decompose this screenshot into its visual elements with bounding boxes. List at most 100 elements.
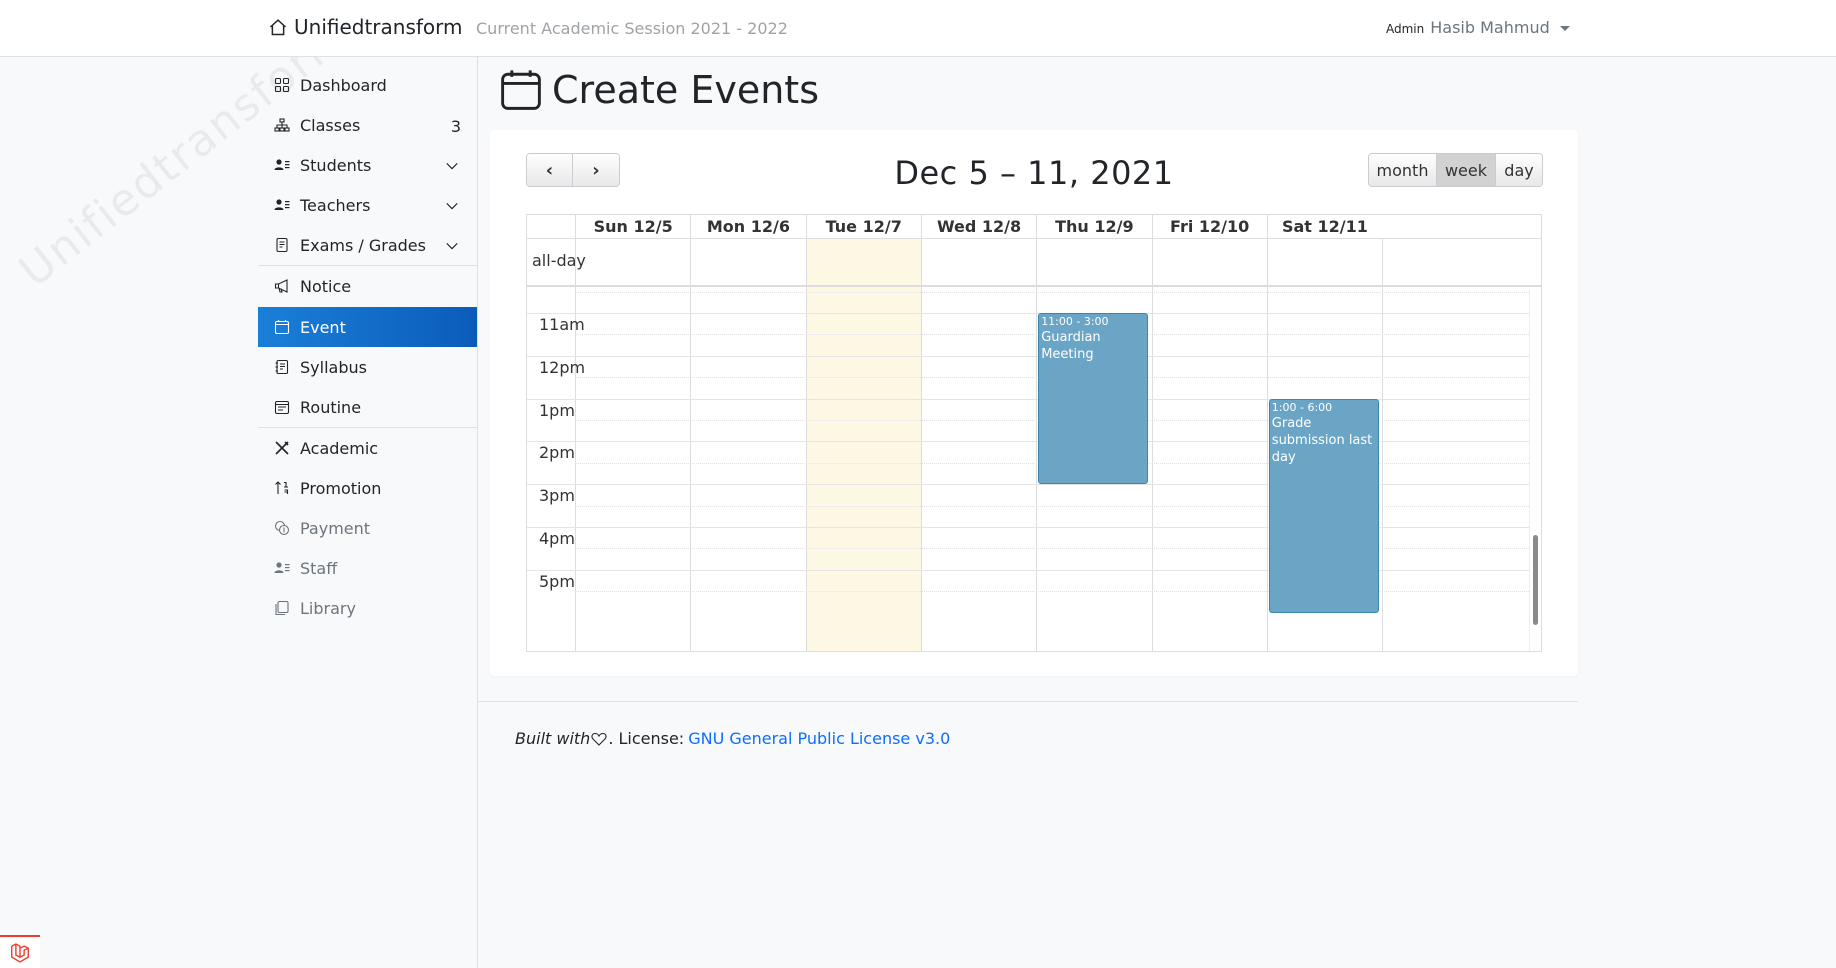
event-title: Grade submission last day bbox=[1271, 415, 1373, 465]
chevron-down-icon[interactable] bbox=[445, 199, 459, 213]
hour-line bbox=[527, 398, 1531, 400]
coin-icon bbox=[274, 520, 290, 536]
today-column-highlight bbox=[805, 239, 921, 651]
page-title: Create Events bbox=[500, 68, 819, 112]
sort-numeric-up-icon bbox=[274, 480, 290, 496]
day-header: Fri 12/10 bbox=[1151, 215, 1267, 239]
sidebar-item-label: Students bbox=[300, 155, 372, 175]
time-slot-label: 4pm bbox=[539, 529, 575, 548]
file-text-icon bbox=[274, 237, 290, 253]
sidebar-item-label: Payment bbox=[300, 518, 371, 538]
academic-session: Current Academic Session 2021 - 2022 bbox=[476, 19, 788, 38]
sidebar-item-syllabus[interactable]: Syllabus bbox=[258, 347, 477, 387]
sidebar-item-payment[interactable]: Payment bbox=[258, 508, 477, 548]
sidebar-item-teachers[interactable]: Teachers bbox=[258, 185, 477, 225]
day-header: Wed 12/8 bbox=[920, 215, 1036, 239]
sidebar-item-label: Routine bbox=[300, 397, 362, 417]
day-header: Sat 12/11 bbox=[1266, 215, 1382, 239]
sidebar-item-routine[interactable]: Routine bbox=[258, 387, 477, 427]
grid-icon bbox=[274, 77, 290, 93]
calendar-event[interactable]: 11:00 - 3:00 Guardian Meeting bbox=[1038, 313, 1149, 485]
person-lines-icon bbox=[274, 197, 290, 213]
sidebar-item-label: Staff bbox=[300, 558, 338, 578]
journals-icon bbox=[274, 600, 290, 616]
debugbar-toggle[interactable] bbox=[0, 935, 40, 968]
calendar-view-buttons: month week day bbox=[1368, 153, 1543, 187]
day-view-button[interactable]: day bbox=[1496, 154, 1542, 186]
hour-line bbox=[527, 484, 1531, 486]
sidebar: Unifiedtransform Dashboard Classes 3 Stu… bbox=[0, 57, 478, 968]
brand-link[interactable]: Unifiedtransform bbox=[268, 15, 463, 39]
column-divider bbox=[805, 239, 807, 651]
sidebar-item-label: Notice bbox=[300, 276, 352, 296]
sidebar-item-notice[interactable]: Notice bbox=[258, 266, 477, 306]
week-view-button[interactable]: week bbox=[1437, 154, 1496, 186]
chevron-down-icon[interactable] bbox=[445, 239, 459, 253]
hour-line bbox=[527, 355, 1531, 357]
event-time: 11:00 - 3:00 bbox=[1041, 315, 1109, 328]
sidebar-item-exams-grades[interactable]: Exams / Grades bbox=[258, 225, 477, 265]
built-with-text: Built with bbox=[515, 729, 591, 748]
time-slot-label: 3pm bbox=[539, 486, 575, 506]
calendar-icon bbox=[501, 70, 541, 110]
half-hour-line bbox=[575, 291, 1531, 293]
hour-line bbox=[527, 527, 1531, 528]
sidebar-item-staff[interactable]: Staff bbox=[258, 548, 477, 588]
column-divider bbox=[1382, 239, 1384, 651]
calendar-nav-buttons: ‹ › bbox=[526, 153, 620, 187]
sidebar-item-promotion[interactable]: Promotion bbox=[258, 468, 477, 508]
event-time: 1:00 - 6:00 bbox=[1271, 400, 1333, 414]
calendar-icon bbox=[274, 319, 290, 335]
sidebar-item-dashboard[interactable]: Dashboard bbox=[258, 65, 477, 105]
column-divider bbox=[920, 239, 922, 651]
time-slot-label: 11am bbox=[539, 315, 585, 334]
caret-down-icon bbox=[1559, 26, 1570, 31]
calendar-header-row: Sun 12/5 Mon 12/6 Tue 12/7 Wed 12/8 Thu 12/9… bbox=[527, 215, 1541, 239]
tools-icon bbox=[274, 440, 290, 456]
scrollbar-thumb[interactable] bbox=[1533, 535, 1538, 625]
sidebar-item-label: Library bbox=[300, 598, 356, 618]
chevron-down-icon[interactable] bbox=[445, 159, 459, 173]
license-link[interactable]: GNU General Public License v3.0 bbox=[688, 729, 950, 748]
day-header: Sun 12/5 bbox=[575, 215, 690, 239]
half-hour-line bbox=[575, 591, 1531, 593]
user-dropdown[interactable]: Admin Hasib Mahmud bbox=[1386, 18, 1570, 37]
person-lines-icon bbox=[274, 157, 290, 173]
sidebar-item-students[interactable]: Students bbox=[258, 145, 477, 185]
sidebar-item-classes[interactable]: Classes 3 bbox=[258, 105, 477, 145]
sidebar-item-label: Dashboard bbox=[300, 75, 387, 95]
laravel-icon bbox=[11, 942, 29, 963]
day-header: Tue 12/7 bbox=[805, 215, 921, 239]
sidebar-item-label: Classes bbox=[300, 115, 361, 135]
sidebar-item-label: Exams / Grades bbox=[300, 235, 426, 255]
calendar-scrollbar[interactable] bbox=[1529, 289, 1541, 651]
footer: Built with . License: GNU General Public… bbox=[515, 729, 950, 748]
next-week-button[interactable]: › bbox=[573, 154, 619, 186]
month-view-button[interactable]: month bbox=[1369, 154, 1437, 186]
sidebar-item-label: Syllabus bbox=[300, 357, 367, 377]
diagram-icon bbox=[274, 117, 290, 133]
column-divider bbox=[575, 239, 576, 651]
time-slot-label: 1pm bbox=[539, 400, 575, 420]
time-slot-label: 5pm bbox=[539, 571, 575, 591]
column-divider bbox=[690, 239, 692, 651]
brand-name: Unifiedtransform bbox=[294, 15, 463, 39]
sidebar-item-event[interactable]: Event bbox=[258, 307, 477, 347]
footer-divider bbox=[478, 701, 1578, 702]
time-slot-label: 2pm bbox=[539, 443, 575, 463]
sidebar-item-library[interactable]: Library bbox=[258, 588, 477, 628]
page-title-text: Create Events bbox=[552, 68, 820, 112]
heart-icon bbox=[591, 732, 607, 746]
calendar-event[interactable]: 1:00 - 6:00 Grade submission last day bbox=[1268, 398, 1380, 613]
megaphone-icon bbox=[274, 278, 290, 294]
column-divider bbox=[1266, 239, 1268, 651]
event-title: Guardian Meeting bbox=[1041, 330, 1101, 362]
half-hour-line bbox=[575, 505, 1531, 507]
sidebar-item-label: Academic bbox=[300, 438, 379, 458]
sidebar-item-academic[interactable]: Academic bbox=[258, 428, 477, 468]
prev-week-button[interactable]: ‹ bbox=[527, 154, 573, 186]
column-divider bbox=[1151, 239, 1153, 651]
all-day-label: all-day bbox=[532, 251, 586, 270]
house-icon bbox=[269, 19, 287, 36]
hour-line bbox=[527, 569, 1531, 571]
